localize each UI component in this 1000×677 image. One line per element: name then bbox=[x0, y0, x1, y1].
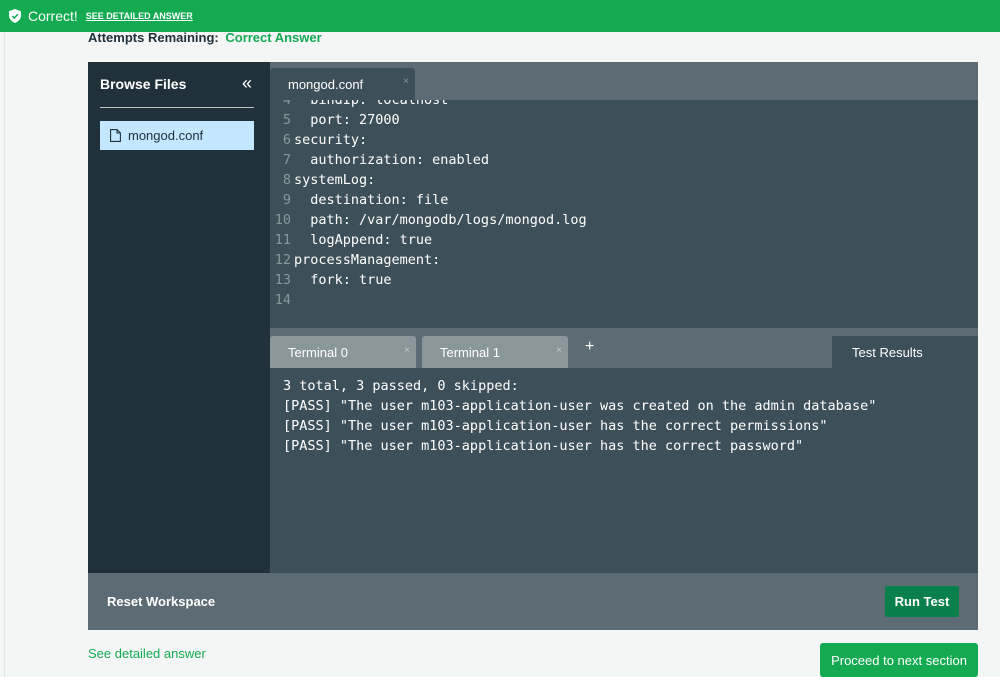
close-tab-icon[interactable]: × bbox=[404, 345, 410, 356]
terminal-tab-label: Terminal 0 bbox=[288, 344, 348, 360]
sidebar-divider bbox=[100, 107, 254, 108]
close-tab-icon[interactable]: × bbox=[403, 76, 409, 87]
code-text: systemLog: bbox=[294, 172, 376, 188]
reset-workspace-button[interactable]: Reset Workspace bbox=[107, 594, 215, 609]
test-results-output: 3 total, 3 passed, 0 skipped: [PASS] "Th… bbox=[270, 368, 978, 573]
editor-tab-mongod-conf[interactable]: mongod.conf × bbox=[270, 68, 415, 100]
see-detailed-answer-bottom-link[interactable]: See detailed answer bbox=[88, 646, 206, 661]
code-line: 5 port: 27000 bbox=[270, 110, 400, 130]
code-line: 6 security: bbox=[270, 130, 367, 150]
success-banner: Correct! SEE DETAILED ANSWER bbox=[0, 0, 1000, 32]
banner-title: Correct! bbox=[28, 8, 78, 24]
terminal-tab-label: Terminal 1 bbox=[440, 344, 500, 360]
attempts-value: Correct Answer bbox=[225, 30, 322, 45]
code-line: 12 processManagement: bbox=[270, 250, 441, 270]
code-editor[interactable]: 4 bindIp: localhost 5 port: 27000 6 secur… bbox=[270, 100, 978, 328]
code-text: security: bbox=[294, 132, 368, 148]
output-line: [PASS] "The user m103-application-user w… bbox=[283, 398, 877, 414]
editor-tab-bar: mongod.conf × bbox=[270, 62, 978, 100]
file-name: mongod.conf bbox=[128, 128, 204, 143]
code-line: 9 destination: file bbox=[270, 190, 449, 210]
output-line: 3 total, 3 passed, 0 skipped: bbox=[283, 378, 519, 394]
code-text: bindIp: localhost bbox=[294, 100, 449, 108]
file-browser-sidebar: Browse Files « mongod.conf bbox=[88, 62, 270, 573]
line-number: 11 bbox=[274, 232, 291, 248]
line-number: 5 bbox=[282, 112, 291, 128]
attempts-remaining: Attempts Remaining: Correct Answer bbox=[88, 30, 322, 45]
code-line: 10 path: /var/mongodb/logs/mongod.log bbox=[270, 210, 587, 230]
code-text: processManagement: bbox=[294, 252, 441, 268]
proceed-next-section-button[interactable]: Proceed to next section bbox=[820, 643, 978, 677]
editor-tab-label: mongod.conf bbox=[288, 76, 364, 92]
code-line: 8 systemLog: bbox=[270, 170, 375, 190]
line-number: 6 bbox=[282, 132, 291, 148]
workspace-footer: Reset Workspace Run Test bbox=[88, 573, 978, 630]
add-terminal-icon[interactable]: + bbox=[585, 338, 594, 356]
collapse-sidebar-icon[interactable]: « bbox=[242, 73, 252, 94]
line-number: 4 bbox=[282, 100, 291, 108]
line-number: 13 bbox=[274, 272, 291, 288]
see-detailed-answer-link[interactable]: SEE DETAILED ANSWER bbox=[86, 11, 193, 21]
tab-terminal-1[interactable]: Terminal 1 × bbox=[422, 336, 568, 368]
terminal-tab-bar: Terminal 0 × Terminal 1 × + Test Results bbox=[270, 328, 978, 368]
file-item-mongod-conf[interactable]: mongod.conf bbox=[100, 121, 254, 150]
code-line: 13 fork: true bbox=[270, 270, 392, 290]
browse-files-title: Browse Files bbox=[100, 76, 187, 92]
run-test-button[interactable]: Run Test bbox=[885, 586, 959, 617]
line-number: 10 bbox=[274, 212, 291, 228]
file-icon bbox=[110, 129, 121, 142]
line-number: 14 bbox=[274, 292, 291, 308]
output-line: [PASS] "The user m103-application-user h… bbox=[283, 418, 828, 434]
line-number: 12 bbox=[274, 252, 291, 268]
line-number: 9 bbox=[282, 192, 291, 208]
line-number: 8 bbox=[282, 172, 291, 188]
tab-test-results[interactable]: Test Results bbox=[832, 336, 978, 368]
line-number: 7 bbox=[282, 152, 291, 168]
close-tab-icon[interactable]: × bbox=[556, 345, 562, 356]
code-text: destination: file bbox=[294, 192, 449, 208]
shield-check-icon bbox=[9, 9, 21, 23]
code-line: 11 logAppend: true bbox=[270, 230, 432, 250]
code-line: 7 authorization: enabled bbox=[270, 150, 489, 170]
code-text: port: 27000 bbox=[294, 112, 400, 128]
code-line: 4 bindIp: localhost bbox=[270, 100, 449, 110]
code-text: authorization: enabled bbox=[294, 152, 490, 168]
code-text: fork: true bbox=[294, 272, 392, 288]
tab-terminal-0[interactable]: Terminal 0 × bbox=[270, 336, 416, 368]
lab-workspace: Browse Files « mongod.conf mongod.conf ×… bbox=[88, 62, 978, 630]
attempts-label: Attempts Remaining: bbox=[88, 30, 219, 45]
code-text: path: /var/mongodb/logs/mongod.log bbox=[294, 212, 587, 228]
code-line: 14 bbox=[270, 290, 294, 310]
output-line: [PASS] "The user m103-application-user h… bbox=[283, 438, 804, 454]
code-text: logAppend: true bbox=[294, 232, 433, 248]
